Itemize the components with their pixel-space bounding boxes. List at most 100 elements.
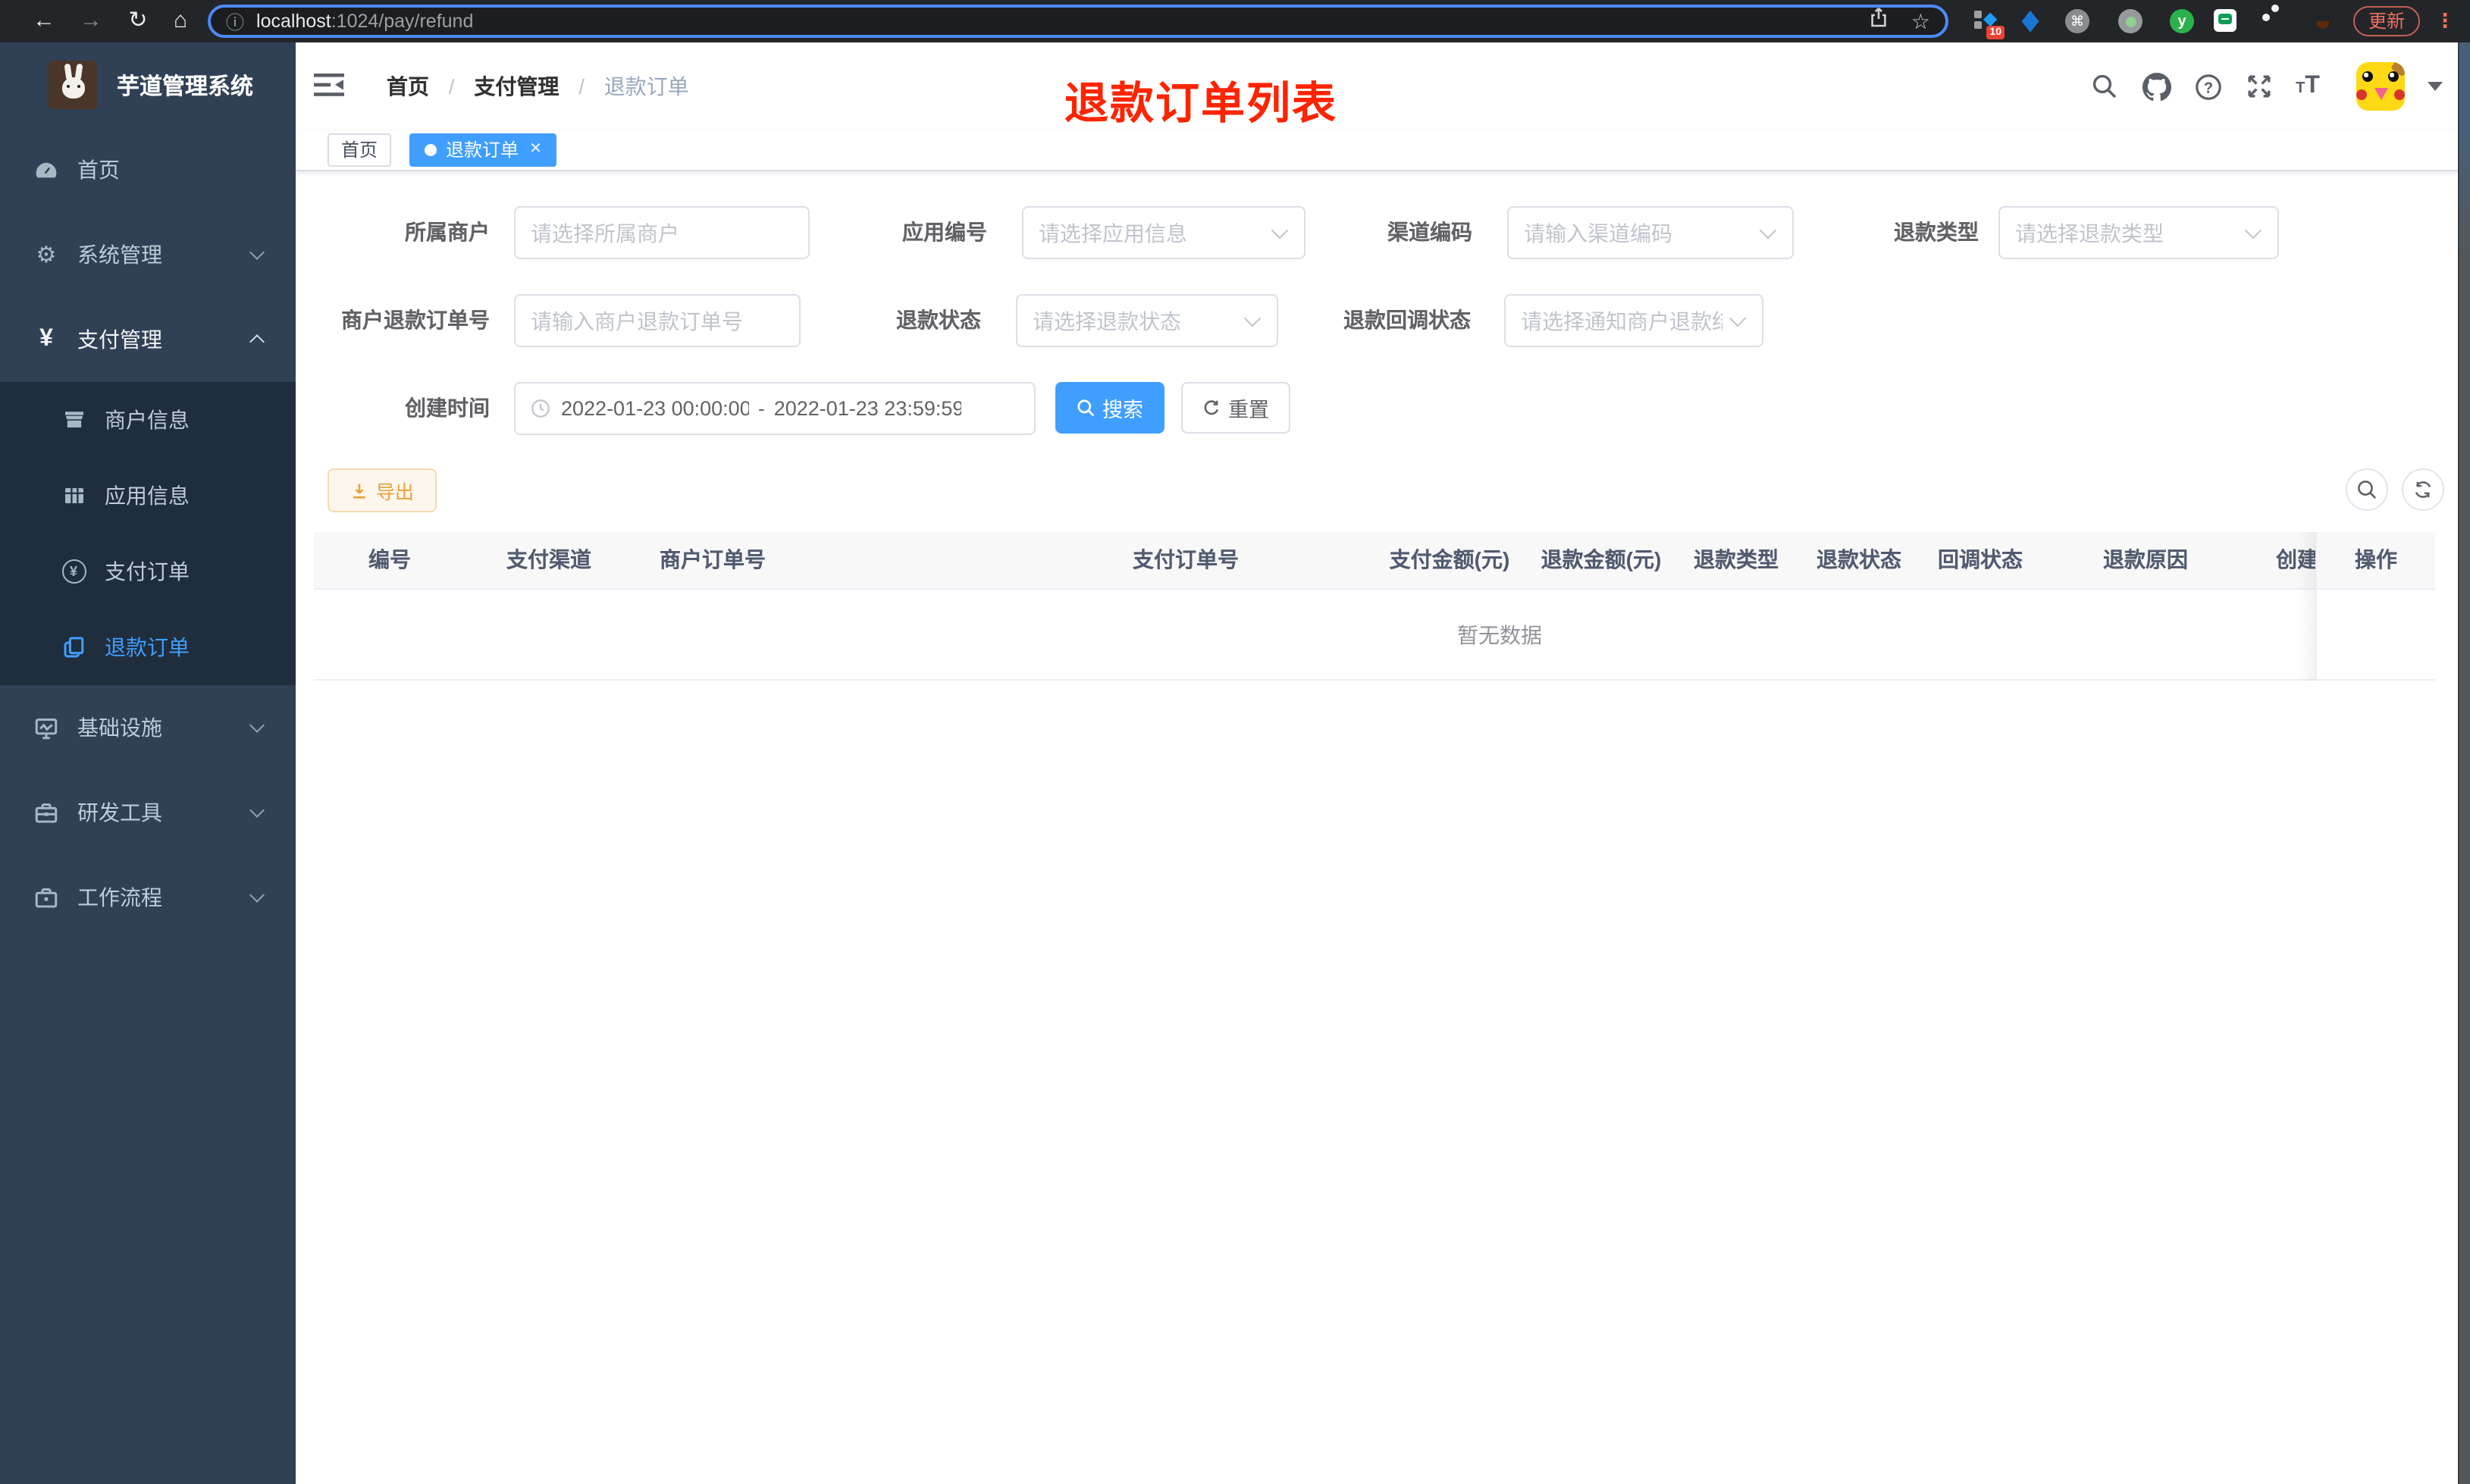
tags-bar: 首页 退款订单 ✕: [296, 130, 2470, 171]
merchant-refund-no-input[interactable]: 请输入商户退款订单号: [514, 294, 801, 347]
empty-text: 暂无数据: [1457, 623, 1542, 647]
col-refund-reason: 退款原因: [2103, 547, 2188, 571]
sidebar-item-label: 退款订单: [105, 635, 190, 659]
screen: ← → ↻ ⌂ ⓘ localhost:1024/pay/refund ☆ ◆ …: [0, 0, 2470, 1484]
fullscreen-icon[interactable]: [2243, 70, 2276, 103]
sidebar-item-app-info[interactable]: 应用信息: [0, 458, 296, 534]
yen-icon: ¥: [39, 326, 53, 352]
breadcrumb-current: 退款订单: [603, 74, 689, 99]
table-search-icon[interactable]: [2346, 468, 2388, 511]
sidebar-item-payment[interactable]: ¥ 支付管理: [0, 297, 296, 382]
extension-puzzle-icon[interactable]: [2262, 9, 2287, 33]
extension-emoji-icon[interactable]: [2311, 9, 2335, 33]
share-icon[interactable]: [1869, 6, 1890, 36]
filter-label-merchant: 所属商户: [405, 220, 490, 244]
date-end-value: 2022-01-23 23:59:59: [773, 397, 962, 420]
browser-home-icon[interactable]: ⌂: [164, 0, 197, 42]
export-button[interactable]: 导出: [328, 468, 437, 512]
browser-forward-icon[interactable]: →: [74, 0, 108, 42]
extension-command-icon[interactable]: ⌘: [2065, 9, 2089, 33]
filter-label-create-time: 创建时间: [405, 396, 490, 420]
sidebar-item-label: 首页: [77, 158, 120, 182]
sidebar-item-merchant-info[interactable]: 商户信息: [0, 382, 296, 458]
refund-type-select[interactable]: 请选择退款类型: [1998, 206, 2279, 259]
address-bar[interactable]: ⓘ localhost:1024/pay/refund ☆: [208, 5, 1948, 38]
col-refund-status: 退款状态: [1816, 547, 1901, 571]
reset-button[interactable]: 重置: [1181, 382, 1290, 434]
site-info-icon[interactable]: ⓘ: [226, 8, 244, 34]
fixed-column-shadow: [2297, 532, 2315, 681]
avatar-caret-icon[interactable]: [2428, 82, 2443, 99]
browser-menu-icon[interactable]: ⋮: [2435, 6, 2455, 36]
help-icon[interactable]: ?: [2191, 70, 2224, 103]
breadcrumb-payment[interactable]: 支付管理: [474, 74, 559, 99]
font-size-icon[interactable]: TT: [2291, 70, 2324, 103]
grid-icon: [61, 483, 86, 509]
chevron-down-icon: [1243, 308, 1262, 327]
notify-status-select[interactable]: 请选择通知商户退款结果的回调状态: [1504, 294, 1763, 347]
svg-text:?: ?: [2203, 79, 2212, 95]
date-separator: -: [758, 397, 765, 420]
tag-home[interactable]: 首页: [328, 133, 392, 167]
chevron-down-icon: [1759, 221, 1777, 239]
refund-status-select[interactable]: 请选择退款状态: [1016, 294, 1278, 347]
sidebar-item-label: 应用信息: [105, 484, 190, 508]
browser-update-button[interactable]: 更新: [2353, 6, 2421, 36]
github-icon[interactable]: [2139, 70, 2173, 103]
filter-label-channel: 渠道编码: [1387, 220, 1472, 244]
filter-label-notify-status: 退款回调状态: [1343, 308, 1471, 332]
chevron-down-icon: [249, 803, 265, 818]
window-edge-scrollbar[interactable]: [2458, 42, 2470, 1484]
extension-grid-icon[interactable]: ◆ 10: [1974, 8, 2005, 39]
sidebar-item-system[interactable]: ⚙ 系统管理: [0, 212, 296, 297]
sidebar-item-devtools[interactable]: 研发工具: [0, 770, 296, 855]
chevron-down-icon: [249, 245, 265, 260]
chevron-down-icon: [249, 718, 265, 733]
sidebar-item-refund-order[interactable]: 退款订单: [0, 609, 296, 685]
sidebar-toggle-icon[interactable]: [314, 71, 344, 99]
main-area: 首页 / 支付管理 / 退款订单 ? TT 首页 退款订单 ✕ 退款订单列表 所…: [296, 42, 2470, 1484]
browser-reload-icon[interactable]: ↻: [121, 0, 155, 42]
search-button[interactable]: 搜索: [1055, 382, 1164, 434]
breadcrumb-separator: /: [578, 74, 585, 99]
page-title-annotation: 退款订单列表: [1064, 80, 1338, 129]
breadcrumb-separator: /: [448, 74, 455, 99]
browser-toolbar: ← → ↻ ⌂ ⓘ localhost:1024/pay/refund ☆ ◆ …: [0, 0, 2470, 42]
bookmark-star-icon[interactable]: ☆: [1911, 11, 1930, 32]
sidebar-item-infra[interactable]: 基础设施: [0, 685, 296, 770]
extension-dot-icon[interactable]: [2118, 9, 2142, 33]
sidebar-item-label: 商户信息: [105, 408, 190, 432]
pay-circle-icon: ¥: [61, 559, 86, 584]
sidebar-item-label: 支付管理: [77, 327, 162, 352]
avatar[interactable]: [2356, 62, 2405, 111]
channel-select[interactable]: 请输入渠道编码: [1507, 206, 1794, 259]
sidebar-item-workflow[interactable]: 工作流程: [0, 855, 296, 940]
merchant-select[interactable]: 请选择所属商户: [514, 206, 810, 259]
monitor-chart-icon: [33, 715, 59, 740]
sidebar-item-pay-order[interactable]: ¥ 支付订单: [0, 534, 296, 609]
create-time-range-picker[interactable]: 2022-01-23 00:00:00 - 2022-01-23 23:59:5…: [514, 382, 1036, 435]
extension-kite-icon[interactable]: ◆: [2018, 5, 2042, 36]
sidebar-item-home[interactable]: 首页: [0, 127, 296, 212]
table-refresh-icon[interactable]: [2402, 468, 2444, 511]
browser-back-icon[interactable]: ←: [27, 0, 61, 42]
extension-chat-icon[interactable]: [2214, 9, 2238, 33]
col-refund-amount: 退款金额(元): [1541, 547, 1662, 571]
clock-icon: [531, 399, 550, 418]
sidebar-submenu: 商户信息 应用信息 ¥ 支付订单 退款订单: [0, 382, 296, 685]
app-select[interactable]: 请选择应用信息: [1022, 206, 1306, 259]
briefcase-icon: [33, 884, 59, 910]
date-start-value: 2022-01-23 00:00:00: [561, 397, 749, 420]
tag-close-icon[interactable]: ✕: [529, 135, 542, 165]
url-text[interactable]: localhost:1024/pay/refund: [256, 11, 473, 32]
header-search-icon[interactable]: [2088, 70, 2121, 103]
breadcrumb-home[interactable]: 首页: [387, 74, 429, 99]
app-logo[interactable]: 芋道管理系统: [0, 42, 296, 127]
col-callback-status: 回调状态: [1938, 547, 2023, 571]
tag-refund-order[interactable]: 退款订单 ✕: [409, 133, 557, 167]
extension-y-icon[interactable]: y: [2170, 9, 2194, 33]
gear-icon: ⚙: [36, 243, 57, 268]
col-id: 编号: [368, 547, 411, 571]
sidebar-item-label: 基础设施: [77, 715, 162, 740]
filter-label-app: 应用编号: [902, 220, 987, 244]
